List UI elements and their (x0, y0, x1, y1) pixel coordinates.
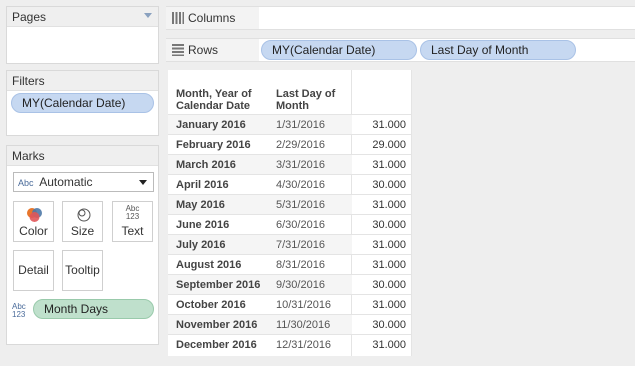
month-cell: November 2016 (176, 319, 258, 331)
header-last-day[interactable]: Last Day of Month (276, 88, 335, 112)
abc-123-icon: Abc 123 (12, 303, 26, 319)
pages-title: Pages (12, 10, 47, 24)
color-button[interactable]: Color (13, 201, 54, 242)
tooltip-label: Tooltip (65, 263, 100, 277)
last-day-cell: 10/31/2016 (276, 299, 332, 311)
table-row[interactable]: June 2016 6/30/2016 30.000 (168, 214, 412, 234)
month-cell: May 2016 (176, 199, 225, 211)
color-icon (14, 206, 53, 224)
text-label: Text (121, 224, 144, 238)
month-days-cell: 31.000 (372, 259, 406, 271)
columns-shelf[interactable]: Columns (166, 6, 635, 30)
size-button[interactable]: Size (62, 201, 103, 242)
marks-panel: Marks Abc Automatic Color Size Abc 123 T… (6, 145, 159, 345)
month-days-cell: 29.000 (372, 139, 406, 151)
month-days-cell: 31.000 (372, 199, 406, 211)
month-days-cell: 30.000 (372, 319, 406, 331)
month-cell: February 2016 (176, 139, 251, 151)
last-day-cell: 2/29/2016 (276, 139, 325, 151)
rows-label: Rows (188, 43, 219, 57)
mark-type-value: Automatic (39, 175, 93, 189)
rows-shelf-label: Rows (166, 39, 259, 61)
pages-header: Pages (7, 7, 158, 27)
month-days-cell: 31.000 (372, 239, 406, 251)
month-cell: January 2016 (176, 119, 246, 131)
filter-pill-calendar-date[interactable]: MY(Calendar Date) (11, 93, 154, 113)
table-row[interactable]: January 2016 1/31/2016 31.000 (168, 114, 412, 134)
columns-label: Columns (188, 11, 236, 25)
header-month-year-line2: Calendar Date (176, 100, 250, 112)
text-icon: Abc 123 (113, 205, 152, 223)
filters-panel[interactable]: Filters MY(Calendar Date) (6, 70, 159, 136)
text-icon-123: 123 (125, 212, 140, 221)
detail-button[interactable]: Detail (13, 250, 54, 291)
last-day-cell: 9/30/2016 (276, 279, 325, 291)
size-label: Size (70, 224, 95, 238)
last-day-cell: 7/31/2016 (276, 239, 325, 251)
mark-type-dropdown[interactable]: Abc Automatic (13, 172, 154, 192)
month-days-cell: 31.000 (372, 159, 406, 171)
month-cell: March 2016 (176, 159, 236, 171)
month-days-pill[interactable]: Month Days (33, 299, 154, 319)
month-cell: October 2016 (176, 299, 246, 311)
month-cell: December 2016 (176, 339, 257, 351)
month-cell: April 2016 (176, 179, 229, 191)
data-table: Month, Year of Calendar Date Last Day of… (168, 70, 412, 356)
last-day-cell: 3/31/2016 (276, 159, 325, 171)
last-day-cell: 11/30/2016 (276, 319, 331, 331)
last-day-cell: 1/31/2016 (276, 119, 325, 131)
rows-shelf[interactable]: Rows MY(Calendar Date) Last Day of Month (166, 38, 635, 62)
month-days-cell: 30.000 (372, 179, 406, 191)
chevron-down-icon[interactable] (144, 13, 152, 18)
month-cell: September 2016 (176, 279, 261, 291)
last-day-cell: 8/31/2016 (276, 259, 325, 271)
header-month-year[interactable]: Month, Year of Calendar Date (176, 88, 252, 112)
month-days-cell: 31.000 (372, 299, 406, 311)
month-cell: July 2016 (176, 239, 226, 251)
last-day-cell: 12/31/2016 (276, 339, 332, 351)
table-row[interactable]: April 2016 4/30/2016 30.000 (168, 174, 412, 194)
size-icon (63, 206, 102, 224)
text-button[interactable]: Abc 123 Text (112, 201, 153, 242)
detail-label: Detail (18, 263, 49, 277)
chevron-down-icon (139, 180, 147, 185)
filters-header: Filters (7, 71, 158, 91)
table-row[interactable]: October 2016 10/31/2016 31.000 (168, 294, 412, 314)
month-days-cell: 31.000 (372, 339, 406, 351)
abc-icon: Abc (18, 178, 34, 188)
columns-shelf-label: Columns (166, 7, 259, 29)
rows-icon (172, 44, 184, 56)
rows-pill-calendar-date[interactable]: MY(Calendar Date) (261, 40, 417, 60)
month-days-cell: 30.000 (372, 219, 406, 231)
month-cell: June 2016 (176, 219, 230, 231)
header-last-day-line2: Month (276, 100, 309, 112)
header-last-day-line1: Last Day of (276, 88, 336, 100)
rows-pill-last-day-of-month[interactable]: Last Day of Month (420, 40, 576, 60)
filters-title: Filters (12, 74, 45, 88)
pages-panel: Pages (6, 6, 159, 64)
table-row[interactable]: February 2016 2/29/2016 29.000 (168, 134, 412, 154)
field-icon-123: 123 (12, 310, 26, 319)
table-row[interactable]: August 2016 8/31/2016 31.000 (168, 254, 412, 274)
table-row[interactable]: July 2016 7/31/2016 31.000 (168, 234, 412, 254)
color-label: Color (19, 224, 48, 238)
table-row[interactable]: May 2016 5/31/2016 31.000 (168, 194, 412, 214)
last-day-cell: 5/31/2016 (276, 199, 325, 211)
month-cell: August 2016 (176, 259, 242, 271)
table-row[interactable]: March 2016 3/31/2016 31.000 (168, 154, 412, 174)
last-day-cell: 6/30/2016 (276, 219, 325, 231)
month-days-cell: 30.000 (372, 279, 406, 291)
table-row[interactable]: December 2016 12/31/2016 31.000 (168, 334, 412, 354)
marks-title: Marks (12, 149, 45, 163)
table-row[interactable]: November 2016 11/30/2016 30.000 (168, 314, 412, 334)
table-row[interactable]: September 2016 9/30/2016 30.000 (168, 274, 412, 294)
header-month-year-line1: Month, Year of (176, 88, 252, 100)
marks-header: Marks (7, 146, 158, 166)
tooltip-button[interactable]: Tooltip (62, 250, 103, 291)
month-days-cell: 31.000 (372, 119, 406, 131)
last-day-cell: 4/30/2016 (276, 179, 325, 191)
columns-icon (172, 12, 184, 24)
